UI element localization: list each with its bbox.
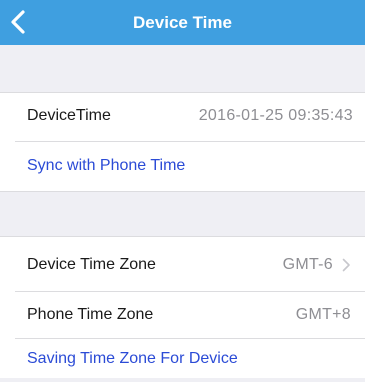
device-time-value: 2016-01-25 09:35:43 bbox=[198, 107, 353, 124]
sync-with-phone-time-button[interactable]: Sync with Phone Time bbox=[27, 143, 185, 189]
timezone-group: Device Time Zone GMT-6 Phone Time Zone G… bbox=[0, 236, 365, 378]
row-divider bbox=[15, 141, 365, 142]
device-time-group: DeviceTime 2016-01-25 09:35:43 Sync with… bbox=[0, 92, 365, 192]
device-time-label: DeviceTime bbox=[27, 107, 111, 124]
page-title: Device Time bbox=[133, 13, 232, 32]
back-button[interactable] bbox=[6, 8, 34, 36]
device-time-zone-row[interactable]: Device Time Zone GMT-6 bbox=[0, 242, 365, 288]
sync-row[interactable]: Sync with Phone Time bbox=[0, 143, 365, 189]
device-time-zone-value: GMT-6 bbox=[282, 256, 333, 273]
section-spacer bbox=[0, 45, 365, 92]
chevron-left-icon bbox=[11, 10, 25, 34]
navigation-bar: Device Time bbox=[0, 0, 365, 45]
save-time-zone-row[interactable]: Saving Time Zone For Device bbox=[0, 336, 365, 382]
section-spacer bbox=[0, 192, 365, 236]
phone-time-zone-row: Phone Time Zone GMT+8 bbox=[0, 292, 365, 338]
phone-time-zone-value: GMT+8 bbox=[295, 306, 351, 323]
device-time-row: DeviceTime 2016-01-25 09:35:43 bbox=[0, 93, 365, 139]
device-time-zone-label: Device Time Zone bbox=[27, 256, 156, 273]
chevron-right-icon bbox=[342, 258, 350, 272]
phone-time-zone-label: Phone Time Zone bbox=[27, 306, 154, 323]
saving-time-zone-button[interactable]: Saving Time Zone For Device bbox=[27, 336, 238, 382]
